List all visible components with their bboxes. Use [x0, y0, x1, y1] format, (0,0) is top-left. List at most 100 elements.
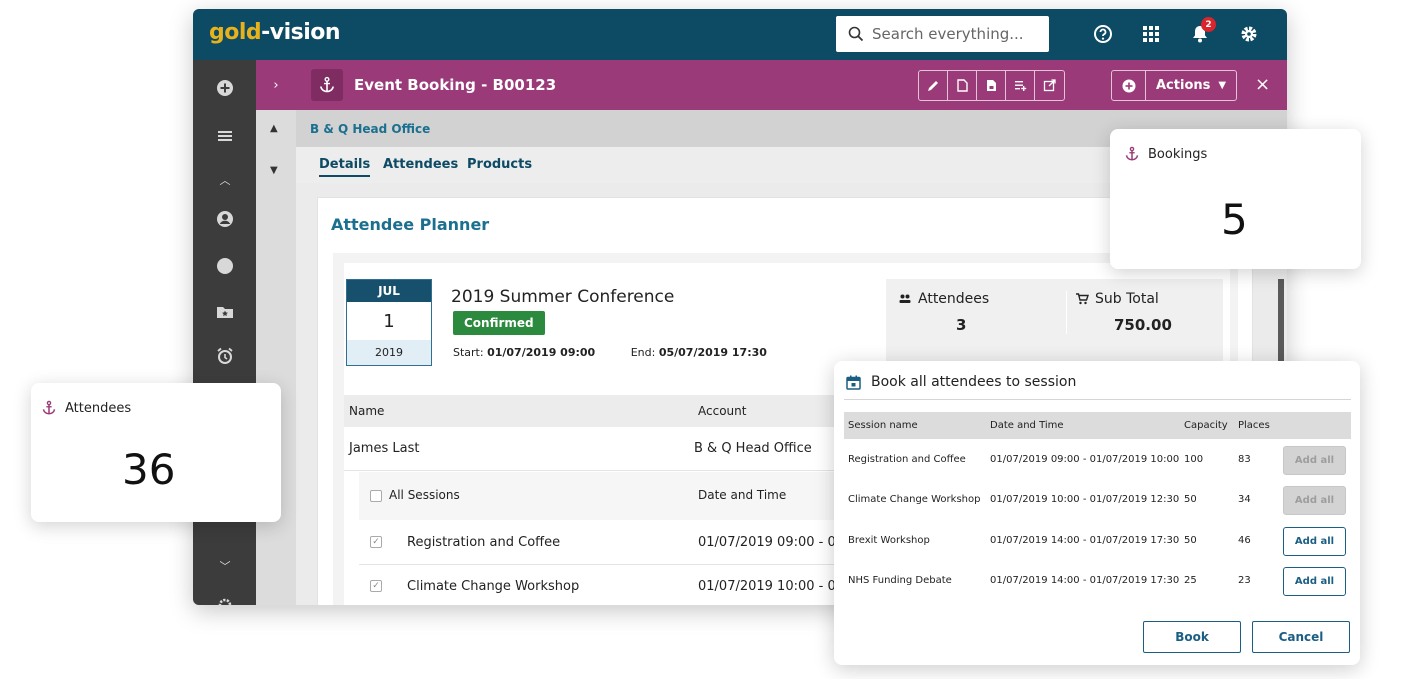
folder-star-icon[interactable]	[215, 302, 235, 322]
book-button[interactable]: Book	[1143, 621, 1241, 653]
table-row: Climate Change Workshop 01/07/2019 10:00…	[844, 480, 1351, 520]
add-all-button[interactable]: Add all	[1283, 527, 1346, 556]
edit-button[interactable]	[919, 71, 948, 100]
all-sessions-label: All Sessions	[389, 488, 460, 502]
all-sessions-checkbox[interactable]	[370, 490, 382, 502]
session-date: 01/07/2019 10:00 - 0	[698, 579, 836, 594]
breadcrumb[interactable]: B & Q Head Office	[310, 122, 430, 136]
sessions-date-header: Date and Time	[698, 488, 787, 502]
chevron-down-icon[interactable]: ﹀	[215, 556, 235, 576]
notifications-button[interactable]: 2	[1188, 17, 1216, 46]
collapse-up-icon[interactable]: ▲	[270, 123, 278, 134]
gear-icon	[1241, 26, 1257, 42]
sidebar-gear-icon[interactable]	[215, 595, 235, 605]
record-title: Event Booking - B00123	[354, 76, 557, 94]
alarm-icon[interactable]	[215, 346, 235, 366]
session-table-header: Session name Date and Time Capacity Plac…	[844, 412, 1351, 439]
save-document-button[interactable]	[977, 71, 1006, 100]
attendee-account: B & Q Head Office	[694, 441, 812, 456]
session-date: 01/07/2019 14:00 - 01/07/2019 17:30	[990, 575, 1180, 586]
subtotal-stat-value: 750.00	[1114, 316, 1172, 334]
session-places: 83	[1238, 454, 1251, 465]
start-value: 01/07/2019 09:00	[487, 346, 596, 359]
session-checkbox[interactable]: ✓	[370, 536, 382, 548]
search-box[interactable]: Search everything...	[836, 16, 1049, 52]
session-name: NHS Funding Debate	[848, 575, 952, 586]
add-action-button[interactable]	[1112, 71, 1146, 100]
calendar-month: JUL	[347, 280, 431, 302]
col-account: Account	[698, 404, 747, 418]
anchor-icon	[320, 76, 334, 93]
add-all-button[interactable]: Add all	[1283, 567, 1346, 596]
contact-icon[interactable]	[215, 209, 235, 229]
session-date: 01/07/2019 09:00 - 01/07/2019 10:00	[990, 454, 1180, 465]
add-to-list-button[interactable]	[1006, 71, 1035, 100]
add-all-button[interactable]: Add all	[1283, 486, 1346, 515]
divider	[844, 399, 1351, 400]
chevron-up-icon[interactable]: ︿	[215, 170, 235, 190]
settings-button[interactable]	[1237, 22, 1261, 46]
session-capacity: 25	[1184, 575, 1197, 586]
subtotal-stat: Sub Total 750.00	[1066, 291, 1234, 334]
close-button[interactable]: ×	[1255, 74, 1270, 95]
help-icon	[1094, 25, 1112, 43]
search-icon	[848, 26, 864, 42]
table-row: NHS Funding Debate 01/07/2019 14:00 - 01…	[844, 561, 1351, 601]
add-icon[interactable]	[215, 78, 235, 98]
session-date: 01/07/2019 10:00 - 01/07/2019 12:30	[990, 494, 1180, 505]
actions-label: Actions	[1156, 78, 1211, 93]
expand-panel-button[interactable]: ›	[256, 60, 296, 110]
open-external-button[interactable]	[1035, 71, 1064, 100]
help-button[interactable]	[1091, 22, 1115, 46]
col-date-time: Date and Time	[990, 420, 1064, 431]
tab-details[interactable]: Details	[319, 157, 371, 177]
bookings-card-title: Bookings	[1124, 146, 1207, 162]
session-checkbox[interactable]: ✓	[370, 580, 382, 592]
record-type-icon	[311, 69, 343, 101]
attendees-stat-value: 3	[956, 316, 967, 334]
logo-gold-text: gold	[209, 20, 262, 45]
session-name: Registration and Coffee	[848, 454, 966, 465]
menu-icon[interactable]	[215, 126, 235, 146]
document-icon	[956, 79, 968, 92]
book-session-dialog: Book all attendees to session Session na…	[834, 361, 1360, 665]
anchor-icon	[1125, 146, 1139, 161]
tab-attendees[interactable]: Attendees	[383, 157, 458, 172]
plus-circle-icon	[1122, 79, 1135, 92]
col-session-name: Session name	[848, 420, 918, 431]
end-value: 05/07/2019 17:30	[658, 346, 767, 359]
col-places: Places	[1238, 420, 1270, 431]
attendees-stat-label: Attendees	[918, 291, 990, 307]
apps-button[interactable]	[1139, 22, 1163, 46]
actions-button[interactable]: Actions ▼	[1146, 71, 1236, 100]
bookings-label: Bookings	[1148, 146, 1208, 162]
attendees-card: Attendees 36	[31, 383, 281, 522]
sidebar: ︿ ﹀	[193, 60, 256, 605]
cancel-button[interactable]: Cancel	[1252, 621, 1350, 653]
actions-dropdown[interactable]: Actions ▼	[1111, 70, 1238, 101]
tab-products[interactable]: Products	[467, 157, 532, 172]
session-capacity: 50	[1184, 494, 1197, 505]
table-row: Brexit Workshop 01/07/2019 14:00 - 01/07…	[844, 521, 1351, 561]
bookings-count: 5	[1221, 195, 1248, 244]
session-name: Climate Change Workshop	[848, 494, 981, 505]
caret-down-icon: ▼	[1218, 80, 1227, 91]
session-places: 34	[1238, 494, 1251, 505]
dialog-title: Book all attendees to session	[846, 374, 1076, 390]
record-toolbar	[918, 70, 1065, 101]
save-document-icon	[986, 80, 996, 91]
add-all-button[interactable]: Add all	[1283, 446, 1346, 475]
external-link-icon	[1043, 79, 1056, 92]
calendar-icon	[846, 375, 861, 390]
apps-grid-icon	[1143, 26, 1159, 42]
document-button[interactable]	[948, 71, 977, 100]
collapse-down-icon[interactable]: ▼	[270, 165, 278, 176]
calendar-day: 1	[383, 310, 395, 332]
search-input[interactable]: Search everything...	[872, 25, 1024, 43]
pencil-icon	[927, 81, 938, 91]
attendee-name: James Last	[349, 441, 420, 456]
circle-icon[interactable]	[215, 256, 235, 276]
logo[interactable]: gold-vision	[209, 20, 341, 45]
col-capacity: Capacity	[1184, 420, 1228, 431]
session-capacity: 50	[1184, 535, 1197, 546]
